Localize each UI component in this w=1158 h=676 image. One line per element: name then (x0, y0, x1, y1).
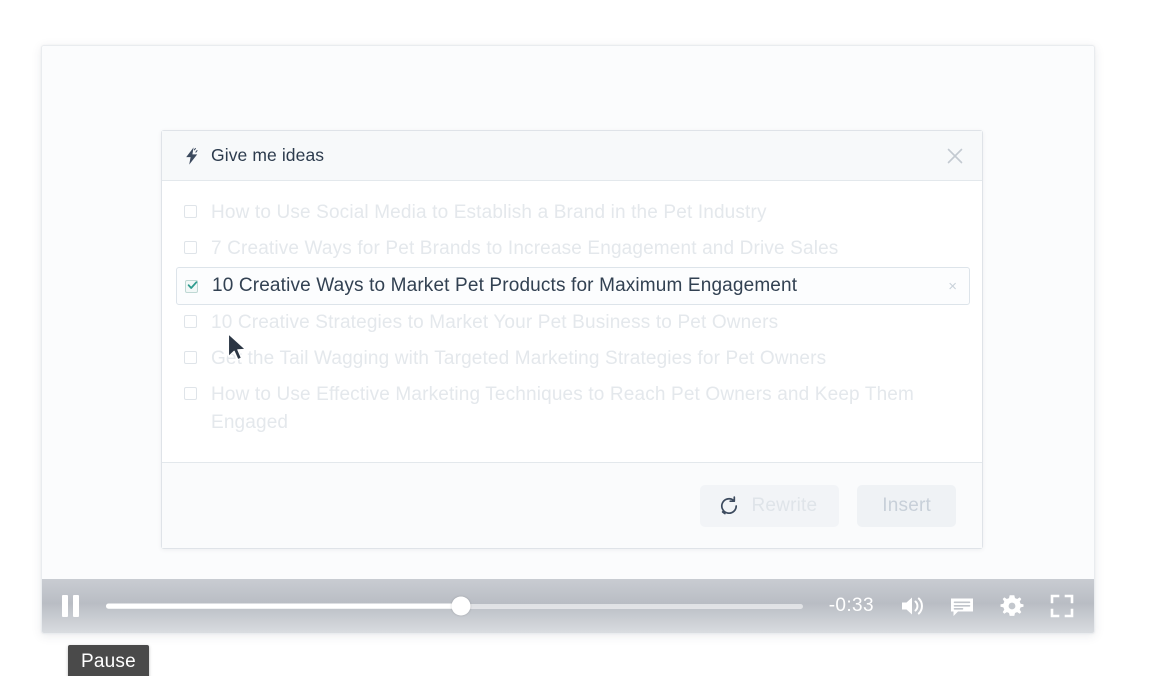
rewrite-label: Rewrite (751, 494, 818, 516)
panel-header: Give me ideas (162, 131, 982, 181)
idea-row[interactable]: Get the Tail Wagging with Targeted Marke… (162, 341, 982, 377)
idea-checkbox[interactable] (184, 387, 197, 400)
progress-handle[interactable] (451, 596, 471, 616)
idea-checkbox[interactable] (184, 315, 197, 328)
progress-scrubber[interactable] (106, 595, 803, 617)
idea-label: 7 Creative Ways for Pet Brands to Increa… (211, 238, 839, 259)
idea-checkbox[interactable] (184, 241, 197, 254)
ideas-list: How to Use Social Media to Establish a B… (162, 181, 982, 462)
screen: Give me ideas How to Use Social Media to… (0, 0, 1158, 676)
time-remaining: -0:33 (828, 595, 874, 616)
give-me-ideas-panel: Give me ideas How to Use Social Media to… (161, 130, 983, 549)
gear-icon[interactable] (998, 592, 1026, 620)
idea-row[interactable]: 10 Creative Strategies to Market Your Pe… (162, 305, 982, 341)
idea-checkbox[interactable] (184, 205, 197, 218)
panel-title: Give me ideas (211, 145, 325, 165)
idea-checkbox-checked[interactable] (185, 279, 198, 293)
lightning-bolt-icon (186, 146, 198, 165)
pause-tooltip: Pause (68, 645, 149, 676)
video-player-card: Give me ideas How to Use Social Media to… (41, 45, 1095, 634)
idea-dismiss-button[interactable]: × (944, 277, 961, 296)
idea-label: How to Use Social Media to Establish a B… (211, 202, 767, 223)
idea-row-selected[interactable]: 10 Creative Ways to Market Pet Products … (176, 267, 970, 305)
close-icon[interactable] (944, 145, 966, 167)
idea-label: 10 Creative Strategies to Market Your Pe… (211, 312, 779, 333)
pause-button[interactable] (62, 595, 84, 617)
pause-icon-bar-right (73, 595, 79, 617)
panel-footer: Rewrite Insert (162, 462, 982, 548)
idea-row[interactable]: How to Use Social Media to Establish a B… (162, 195, 982, 231)
insert-label: Insert (882, 494, 931, 516)
idea-checkbox[interactable] (184, 351, 197, 364)
insert-button[interactable]: Insert (857, 484, 956, 527)
progress-fill (106, 603, 462, 609)
player-control-bar: -0:33 (42, 579, 1094, 633)
idea-row[interactable]: How to Use Effective Marketing Technique… (162, 377, 982, 441)
idea-label: How to Use Effective Marketing Technique… (211, 384, 915, 433)
captions-icon[interactable] (948, 592, 976, 620)
refresh-icon (721, 495, 738, 514)
idea-label: 10 Creative Ways to Market Pet Products … (212, 275, 798, 296)
idea-row[interactable]: 7 Creative Ways for Pet Brands to Increa… (162, 231, 982, 267)
check-icon (187, 280, 198, 289)
fullscreen-icon[interactable] (1048, 592, 1076, 620)
pause-icon-bar-left (62, 595, 68, 617)
volume-icon[interactable] (898, 592, 926, 620)
idea-label: Get the Tail Wagging with Targeted Marke… (211, 348, 827, 369)
rewrite-button[interactable]: Rewrite (700, 484, 840, 527)
